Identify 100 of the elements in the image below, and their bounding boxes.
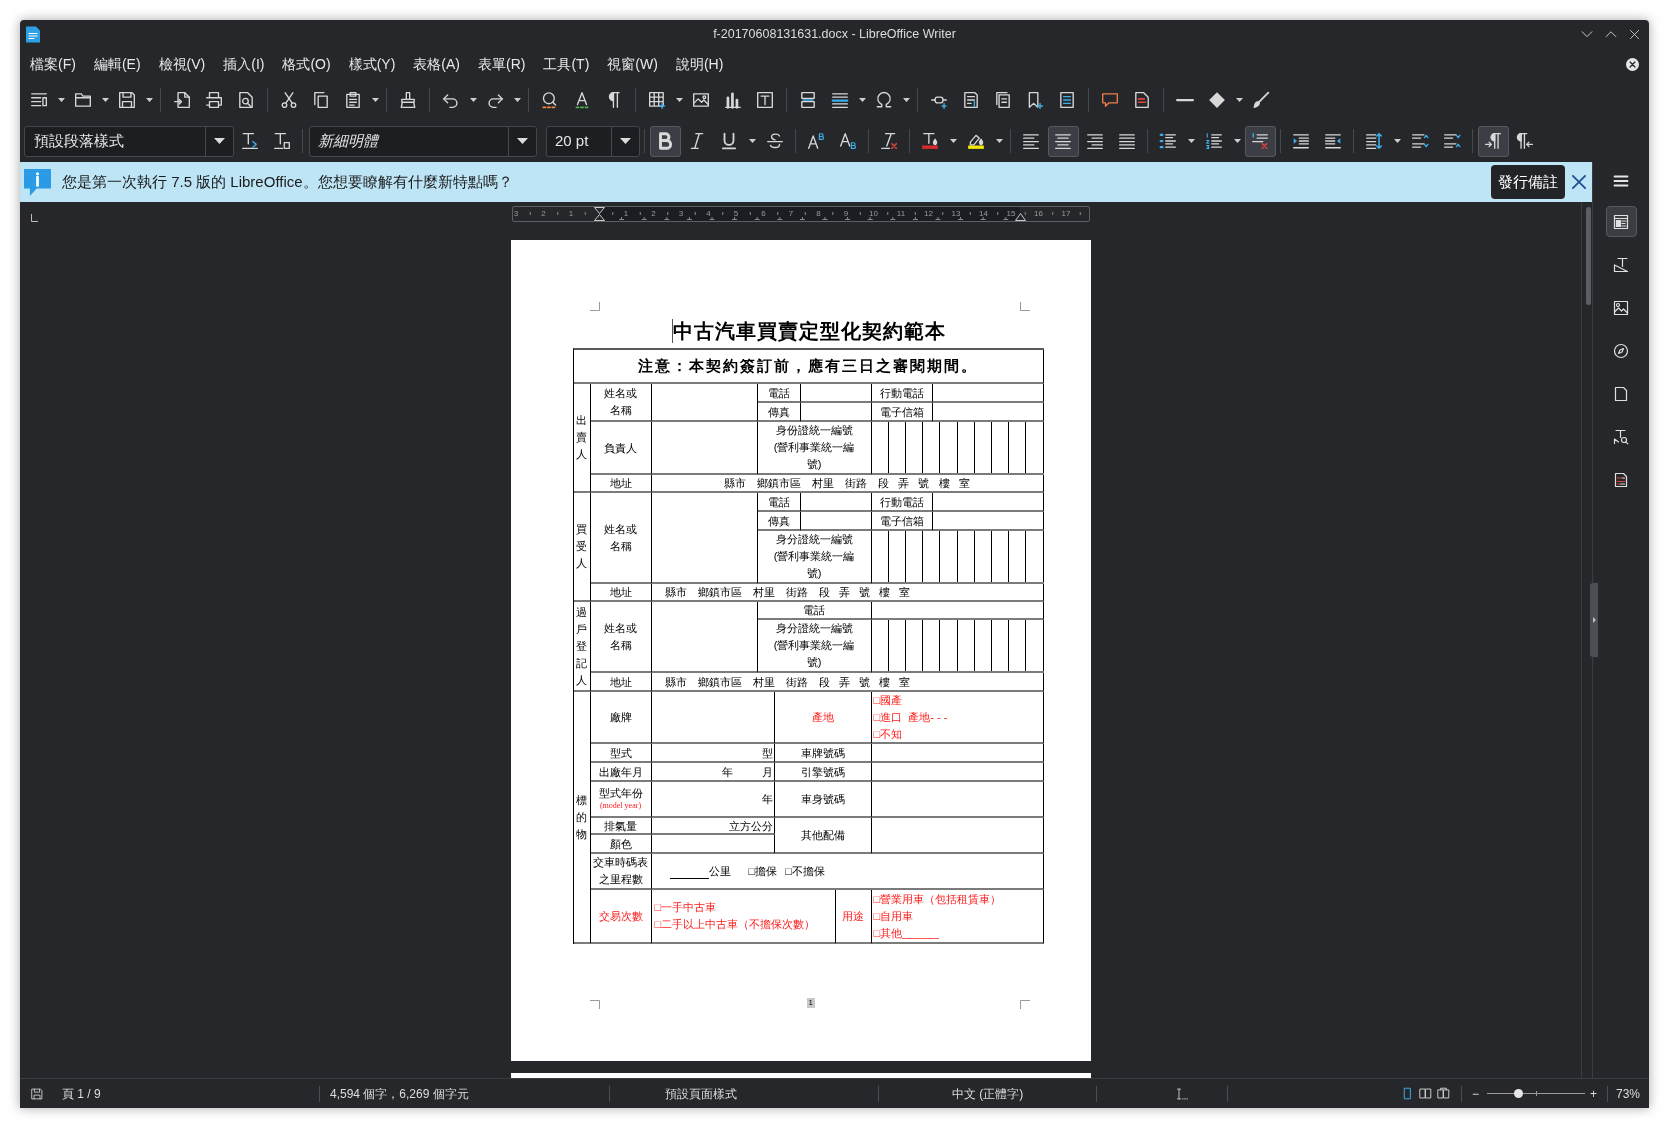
diamond-icon[interactable] [1208,91,1226,109]
print-icon[interactable] [205,91,223,109]
new-style-icon[interactable] [273,132,291,150]
footnote-icon[interactable] [962,91,980,109]
track-changes-icon[interactable] [1133,91,1151,109]
page-break-icon[interactable] [799,91,817,109]
menu-item[interactable]: 檔案(F) [21,53,85,75]
endnote-icon[interactable] [994,91,1012,109]
indent-decrease-icon[interactable] [1324,132,1342,150]
caret-down-icon[interactable] [858,98,866,102]
caret-down-icon[interactable] [1235,98,1243,102]
menu-item[interactable]: 表單(R) [469,53,535,75]
menu-item[interactable]: 檢視(V) [149,53,215,75]
menu-item[interactable]: 編輯(E) [84,53,150,75]
close-document-icon[interactable] [1626,57,1639,71]
menu-item[interactable]: 樣式(Y) [339,53,405,75]
font-color-icon[interactable] [921,132,939,150]
caret-down-icon[interactable] [371,98,379,102]
bookmark-icon[interactable] [1026,91,1044,109]
omega-icon[interactable] [875,91,893,109]
save-icon[interactable] [31,1087,43,1100]
caret-down-icon[interactable] [748,139,756,143]
text-lines-icon[interactable] [30,91,48,109]
sidebar-tab[interactable] [1605,206,1637,237]
indent-marker-icon[interactable] [1014,213,1026,221]
scrollbar-thumb[interactable] [1586,207,1591,305]
single-page-view-icon[interactable] [1401,1087,1414,1100]
copy-icon[interactable] [312,91,330,109]
undo-icon[interactable] [442,91,460,109]
font-name-dropdown[interactable]: 新細明體 [309,125,537,157]
multi-page-view-icon[interactable] [1419,1087,1432,1100]
caret-down-icon[interactable] [214,138,225,144]
paste-icon[interactable] [344,91,362,109]
update-style-icon[interactable] [241,132,259,150]
caret-down-icon[interactable] [1233,139,1241,143]
redo-icon[interactable] [486,91,504,109]
text-box-icon[interactable] [756,91,774,109]
cross-reference-icon[interactable] [1058,91,1076,109]
maximize-icon[interactable] [1605,28,1617,40]
menu-item[interactable]: 說明(H) [666,53,733,75]
chart-icon[interactable] [724,91,742,109]
bold-button[interactable] [649,125,681,157]
caret-down-icon[interactable] [620,138,631,144]
search-icon[interactable] [541,91,559,109]
paragraph-style-dropdown[interactable]: 預設段落樣式 [24,125,234,157]
caret-down-icon[interactable] [949,139,957,143]
document-export-icon[interactable] [173,91,191,109]
book-view-icon[interactable] [1437,1087,1450,1100]
menu-item[interactable]: 視窗(W) [598,53,667,75]
line-spacing-icon[interactable] [1365,132,1383,150]
caret-down-icon[interactable] [1187,139,1195,143]
caret-down-icon[interactable] [902,98,910,102]
close-icon[interactable] [1572,175,1586,189]
left-to-right-button[interactable] [1477,125,1509,157]
release-notes-button[interactable]: 發行備註 [1491,165,1565,199]
font-size-dropdown[interactable]: 20 pt [546,125,640,157]
zoom-percentage[interactable]: 73% [1616,1084,1641,1103]
print-preview-icon[interactable] [237,91,255,109]
caret-down-icon[interactable] [675,98,683,102]
menu-item[interactable]: 插入(I) [214,53,274,75]
zoom-in-button[interactable]: + [1590,1084,1598,1103]
image-icon[interactable] [692,91,710,109]
menu-icon[interactable] [1613,173,1629,189]
minimize-icon[interactable] [1581,28,1593,40]
indent-marker-icon[interactable] [593,207,605,221]
caret-down-icon[interactable] [57,98,65,102]
caret-down-icon[interactable] [513,98,521,102]
caret-down-icon[interactable] [469,98,477,102]
cut-icon[interactable] [280,91,298,109]
indent-increase-icon[interactable] [1292,132,1310,150]
table-icon[interactable] [648,91,666,109]
save-icon[interactable] [118,91,136,109]
paragraph-spacing-increase-icon[interactable] [1411,132,1429,150]
sidebar-handle[interactable] [1590,583,1598,657]
caret-down-icon[interactable] [101,98,109,102]
caret-down-icon[interactable] [995,139,1003,143]
paintbrush-icon[interactable] [399,91,417,109]
comment-icon[interactable] [1101,91,1119,109]
word-count[interactable]: 4,594 個字，6,269 個字元 [330,1084,469,1103]
caret-down-icon[interactable] [517,138,528,144]
zoom-slider[interactable] [1487,1089,1585,1098]
page-style-indicator[interactable]: 預設頁面樣式 [665,1084,737,1103]
caret-down-icon[interactable] [1393,139,1401,143]
spellcheck-icon[interactable] [573,91,591,109]
menu-item[interactable]: 格式(O) [273,53,340,75]
align-center-button[interactable] [1047,125,1079,157]
clear-formatting-icon[interactable] [880,132,898,150]
field-icon[interactable] [831,91,849,109]
caret-down-icon[interactable] [145,98,153,102]
page-indicator[interactable]: 頁 1 / 9 [62,1084,101,1103]
language-indicator[interactable]: 中文 (正體字) [951,1084,1024,1103]
highlight-icon[interactable] [967,132,985,150]
no-list-button[interactable] [1244,125,1276,157]
zoom-slider-thumb[interactable] [1514,1089,1524,1098]
text-cursor-icon[interactable] [1175,1087,1189,1100]
menu-item[interactable]: 工具(T) [534,53,599,75]
folder-icon[interactable] [74,91,92,109]
paragraph-spacing-decrease-icon[interactable] [1443,132,1461,150]
menu-item[interactable]: 表格(A) [404,53,469,75]
pen-icon[interactable] [1252,91,1270,109]
